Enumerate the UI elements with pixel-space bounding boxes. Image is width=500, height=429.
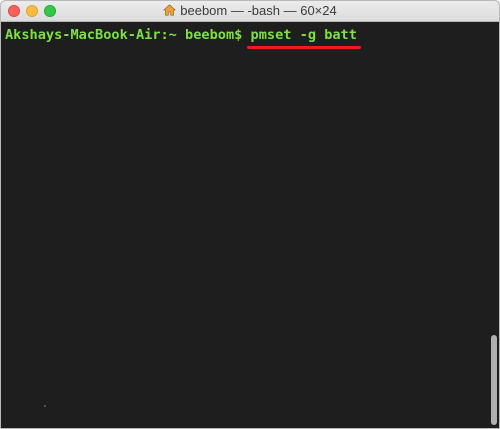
- prompt-line: Akshays-MacBook-Air:~ beebom$ pmset -g b…: [5, 27, 361, 49]
- typed-command: pmset -g batt: [246, 27, 361, 49]
- cursor-mark: [44, 405, 46, 407]
- terminal-window: beebom — -bash — 60×24 Akshays-MacBook-A…: [0, 0, 500, 429]
- command-text: pmset -g batt: [250, 27, 357, 43]
- highlight-underline: [246, 46, 361, 49]
- scrollbar-thumb[interactable]: [491, 335, 497, 425]
- terminal-content[interactable]: Akshays-MacBook-Air:~ beebom$ pmset -g b…: [1, 22, 499, 428]
- title-bar[interactable]: beebom — -bash — 60×24: [1, 1, 499, 22]
- window-title: beebom — -bash — 60×24: [180, 3, 337, 18]
- shell-prompt: Akshays-MacBook-Air:~ beebom$: [5, 27, 251, 43]
- window-title-wrap: beebom — -bash — 60×24: [1, 1, 499, 21]
- home-icon: [163, 4, 177, 16]
